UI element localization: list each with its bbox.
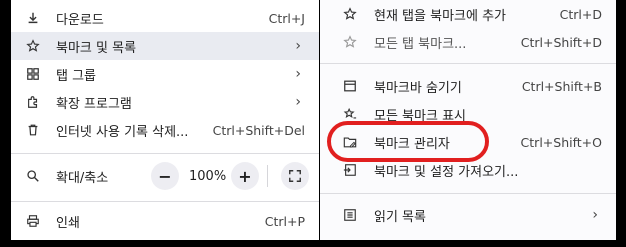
trash-icon xyxy=(25,122,41,138)
menu-item-label: 인쇄 xyxy=(56,215,80,231)
star-icon xyxy=(342,6,358,22)
menu-item-label: 북마크 및 설정 가져오기... xyxy=(374,164,519,180)
menu-item-downloads[interactable]: 다운로드 Ctrl+J xyxy=(11,4,319,32)
chevron-right-icon: › xyxy=(295,66,301,82)
menu-item-zoom: 확대/축소 − 100% + xyxy=(11,161,319,191)
chrome-main-menu: 다운로드 Ctrl+J 북마크 및 목록 › 탭 그룹 › 확장 프로그램 › … xyxy=(11,0,319,240)
menu-item-shortcut: Ctrl+P xyxy=(264,213,305,229)
menu-item-clear-history[interactable]: 인터넷 사용 기록 삭제... Ctrl+Shift+Del xyxy=(11,116,319,144)
menu-divider xyxy=(11,153,319,154)
star-icon xyxy=(25,38,41,54)
download-icon xyxy=(25,10,41,26)
menu-item-label: 북마크 및 목록 xyxy=(56,40,137,56)
zoom-level-value: 100% xyxy=(189,168,227,184)
menu-item-reading-list[interactable]: 읽기 목록 › xyxy=(320,201,616,229)
menu-item-label: 다운로드 xyxy=(56,12,104,28)
menu-item-label: 인터넷 사용 기록 삭제... xyxy=(56,124,189,140)
menu-item-bookmark-this-tab[interactable]: 현재 탭을 북마크에 추가 Ctrl+D xyxy=(320,0,616,28)
stars-icon xyxy=(342,106,358,122)
menu-item-label: 확대/축소 xyxy=(56,170,109,186)
menu-item-shortcut: Ctrl+Shift+B xyxy=(521,78,602,94)
menu-item-label: 모든 탭 북마크... xyxy=(374,36,467,52)
chevron-right-icon: › xyxy=(592,207,598,223)
annotation-highlight-oval xyxy=(327,121,489,162)
grid-icon xyxy=(25,66,41,82)
menu-item-shortcut: Ctrl+Shift+D xyxy=(520,34,602,50)
star-icon xyxy=(342,34,358,50)
chevron-right-icon: › xyxy=(295,94,301,110)
menu-divider xyxy=(11,201,319,202)
menu-item-shortcut: Ctrl+D xyxy=(559,6,602,22)
zoom-out-button[interactable]: − xyxy=(151,162,179,190)
menu-item-tab-groups[interactable]: 탭 그룹 › xyxy=(11,60,319,88)
menu-item-bookmarks-and-lists[interactable]: 북마크 및 목록 › xyxy=(11,32,319,60)
menu-item-shortcut: Ctrl+J xyxy=(268,10,305,26)
menu-item-shortcut: Ctrl+Shift+O xyxy=(520,134,602,150)
menu-item-print[interactable]: 인쇄 Ctrl+P xyxy=(11,207,319,235)
menu-item-extensions[interactable]: 확장 프로그램 › xyxy=(11,88,319,116)
puzzle-icon xyxy=(25,94,41,110)
zoom-divider xyxy=(267,165,268,187)
menu-item-label: 북마크바 숨기기 xyxy=(374,80,462,96)
menu-divider xyxy=(320,193,616,194)
zoom-in-button[interactable]: + xyxy=(231,162,259,190)
menu-item-shortcut: Ctrl+Shift+Del xyxy=(212,122,305,138)
reading-list-icon xyxy=(342,207,358,223)
bookmarks-submenu: 현재 탭을 북마크에 추가 Ctrl+D 모든 탭 북마크... Ctrl+Sh… xyxy=(320,0,616,240)
menu-item-label: 현재 탭을 북마크에 추가 xyxy=(374,8,506,24)
menu-divider xyxy=(320,63,616,64)
menu-item-label: 탭 그룹 xyxy=(56,68,97,84)
chevron-right-icon: › xyxy=(295,38,301,54)
fullscreen-icon xyxy=(289,170,301,182)
menu-item-label: 확장 프로그램 xyxy=(56,96,132,112)
import-icon xyxy=(342,162,358,178)
menu-item-hide-bookmarks-bar[interactable]: 북마크바 숨기기 Ctrl+Shift+B xyxy=(320,72,616,100)
menu-item-label: 읽기 목록 xyxy=(374,209,426,225)
menu-item-bookmark-all-tabs[interactable]: 모든 탭 북마크... Ctrl+Shift+D xyxy=(320,28,616,56)
fullscreen-button[interactable] xyxy=(281,162,309,190)
zoom-icon xyxy=(25,168,41,184)
bookmark-bar-icon xyxy=(342,78,358,94)
printer-icon xyxy=(25,213,41,229)
